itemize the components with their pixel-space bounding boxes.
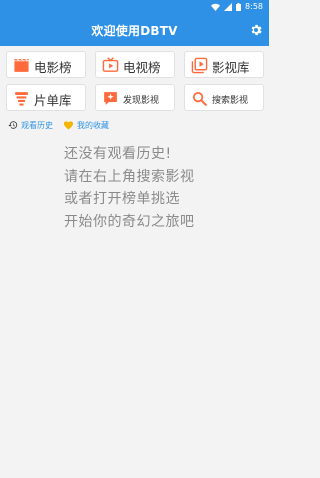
discover-label: 发现影视 (123, 96, 160, 106)
search-label: 搜索影视 (212, 96, 249, 106)
video-library-label: 影视库 (212, 60, 250, 75)
list-stack-icon (15, 92, 28, 106)
app-bar: 欢迎使用DBTV (0, 14, 269, 46)
search-button[interactable]: 搜索影视 (184, 84, 264, 111)
movie-clapper-icon (14, 59, 29, 72)
movie-chart-label: 电影榜 (34, 60, 72, 75)
tab-favorites-label: 我的收藏 (77, 120, 109, 130)
battery-icon (236, 2, 242, 11)
video-library-icon (191, 57, 208, 74)
video-library-button[interactable]: 影视库 (184, 51, 264, 78)
empty-line: 请在右上角搜索影视 (64, 168, 195, 185)
empty-line: 还没有观看历史! (64, 146, 172, 162)
app-title: 欢迎使用DBTV (91, 24, 178, 38)
status-time: 8:58 (245, 2, 263, 11)
status-icons: 8:58 (211, 2, 263, 11)
tv-chart-label: 电视榜 (123, 60, 161, 75)
settings-gear-icon[interactable] (249, 23, 263, 37)
empty-line: 或者打开榜单挑选 (64, 191, 180, 207)
tv-icon (102, 57, 119, 72)
empty-line: 开始你的奇幻之旅吧 (64, 213, 195, 230)
discover-button[interactable]: 发现影视 (95, 84, 175, 111)
movie-chart-button[interactable]: 电影榜 (6, 51, 86, 78)
tab-history-label: 观看历史 (21, 120, 53, 130)
tab-bar: 观看历史 我的收藏 (8, 118, 119, 132)
history-icon (8, 121, 18, 129)
tab-history[interactable]: 观看历史 (8, 120, 53, 131)
signal-icon (224, 2, 233, 11)
tab-favorites[interactable]: 我的收藏 (63, 120, 109, 131)
heart-icon (63, 121, 74, 130)
playlist-library-button[interactable]: 片单库 (6, 84, 86, 111)
empty-state-message: 还没有观看历史! 请在右上角搜索影视 或者打开榜单挑选 开始你的奇幻之旅吧 (64, 143, 254, 233)
wifi-icon (211, 3, 221, 11)
status-bar: 8:58 (0, 0, 269, 14)
tv-chart-button[interactable]: 电视榜 (95, 51, 175, 78)
search-icon (192, 91, 207, 106)
discover-sparkle-icon (104, 92, 117, 105)
playlist-library-label: 片单库 (34, 93, 72, 108)
